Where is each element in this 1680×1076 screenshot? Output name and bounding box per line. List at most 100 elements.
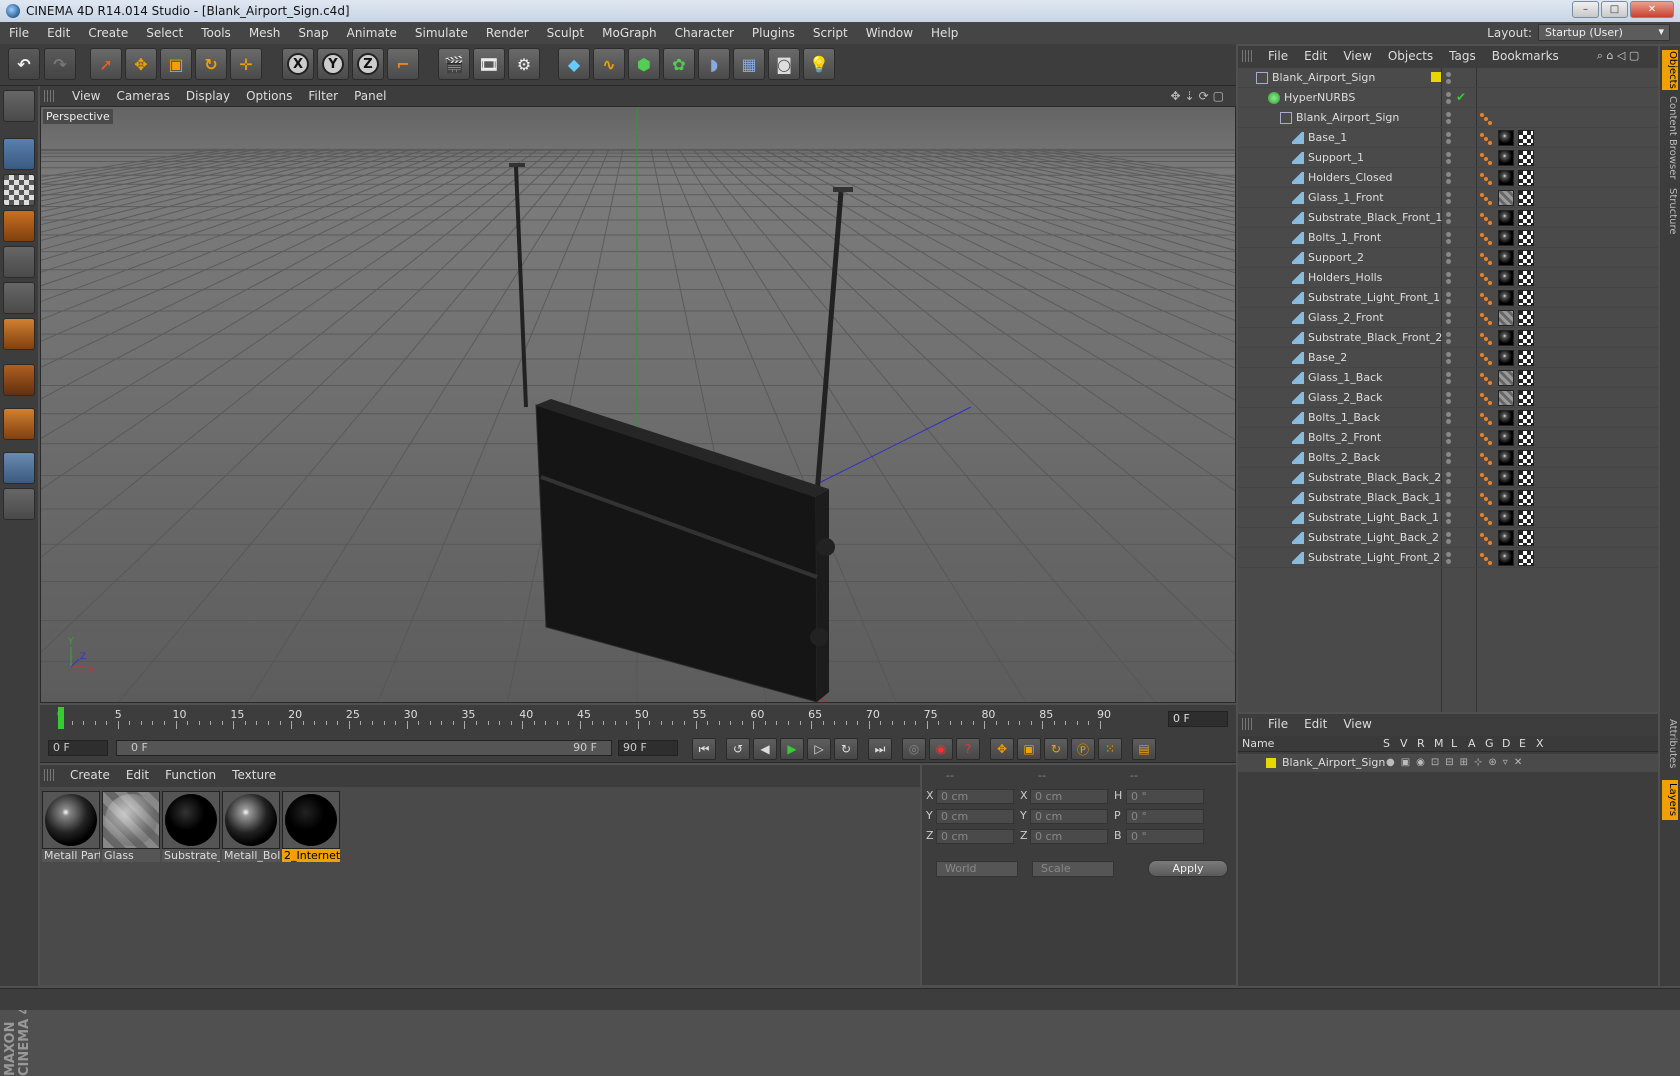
position-x-field[interactable]: 0 cm (936, 789, 1014, 804)
uvw-tag-icon[interactable] (1518, 450, 1534, 466)
object-name[interactable]: Base_1 (1308, 131, 1347, 144)
menu-select[interactable]: Select (137, 26, 192, 40)
layer-col-solo[interactable]: S (1383, 737, 1390, 750)
cloner-icon[interactable]: ✿ (663, 48, 695, 80)
visibility-dots-icon[interactable] (1445, 412, 1453, 424)
object-row[interactable]: Substrate_Light_Front_2 (1238, 548, 1658, 568)
object-name[interactable]: Substrate_Light_Back_1 (1308, 511, 1439, 524)
uvw-tag-icon[interactable] (1518, 330, 1534, 346)
enabled-check-icon[interactable]: ✔ (1456, 90, 1466, 104)
visibility-dots-icon[interactable] (1445, 352, 1453, 364)
layer-col-render[interactable]: R (1417, 737, 1425, 750)
object-row[interactable]: Substrate_Black_Front_2 (1238, 328, 1658, 348)
phong-tag-icon[interactable] (1480, 173, 1492, 185)
tweak-mode-icon[interactable] (3, 488, 35, 520)
object-name[interactable]: Glass_2_Front (1308, 311, 1384, 324)
material-swatch[interactable]: Metall_Bolt (222, 791, 282, 863)
tab-structure[interactable]: Structure (1662, 186, 1678, 236)
apply-button[interactable]: Apply (1148, 860, 1228, 877)
move-tool-icon[interactable]: ✥ (125, 48, 157, 80)
tab-attributes[interactable]: Attributes (1662, 716, 1678, 772)
layer-col-name[interactable]: Name (1242, 737, 1274, 750)
visibility-dots-icon[interactable] (1445, 212, 1453, 224)
object-menu-view[interactable]: View (1335, 49, 1379, 63)
uvw-tag-icon[interactable] (1518, 290, 1534, 306)
material-tag-icon[interactable] (1498, 330, 1514, 346)
uvw-tag-icon[interactable] (1518, 310, 1534, 326)
preview-range-slider[interactable]: 0 F 90 F (116, 740, 612, 756)
visibility-dots-icon[interactable] (1445, 92, 1453, 104)
material-tag-icon[interactable] (1498, 510, 1514, 526)
material-tag-icon[interactable] (1498, 390, 1514, 406)
record-keys-icon[interactable]: ◎ (902, 738, 926, 760)
material-tag-icon[interactable] (1498, 190, 1514, 206)
visibility-dots-icon[interactable] (1445, 232, 1453, 244)
phong-tag-icon[interactable] (1480, 193, 1492, 205)
position-z-field[interactable]: 0 cm (936, 829, 1014, 844)
tab-objects[interactable]: Objects (1662, 50, 1678, 90)
layer-menu-file[interactable]: File (1260, 717, 1296, 731)
visibility-dots-icon[interactable] (1445, 432, 1453, 444)
visibility-dots-icon[interactable] (1445, 132, 1453, 144)
object-name[interactable]: Holders_Holls (1308, 271, 1382, 284)
rotation-p-field[interactable]: 0 ° (1126, 809, 1204, 824)
uvw-tag-icon[interactable] (1518, 190, 1534, 206)
coordinate-system-icon[interactable]: ⌐ (387, 48, 419, 80)
viewport-menu-filter[interactable]: Filter (300, 89, 346, 103)
phong-tag-icon[interactable] (1480, 473, 1492, 485)
object-menu-bookmarks[interactable]: Bookmarks (1484, 49, 1567, 63)
object-row[interactable]: Blank_Airport_Sign (1238, 68, 1658, 88)
viewport-menu-panel[interactable]: Panel (346, 89, 394, 103)
layer-col-xref[interactable]: X (1536, 737, 1544, 750)
menu-character[interactable]: Character (666, 26, 743, 40)
object-name[interactable]: Blank_Airport_Sign (1296, 111, 1399, 124)
key-parameter-icon[interactable]: Ⓟ (1071, 738, 1095, 760)
menu-edit[interactable]: Edit (38, 26, 79, 40)
material-menu-create[interactable]: Create (62, 768, 118, 782)
uvw-tag-icon[interactable] (1518, 550, 1534, 566)
recent-tool-icon[interactable]: ✛ (230, 48, 262, 80)
object-name[interactable]: Glass_2_Back (1308, 391, 1383, 404)
object-row[interactable]: Base_2 (1238, 348, 1658, 368)
visibility-dots-icon[interactable] (1445, 172, 1453, 184)
object-name[interactable]: Support_2 (1308, 251, 1364, 264)
material-tag-icon[interactable] (1498, 230, 1514, 246)
visibility-dots-icon[interactable] (1445, 532, 1453, 544)
light-icon[interactable]: 💡 (803, 48, 835, 80)
go-to-end-icon[interactable]: ⏭ (868, 738, 892, 760)
uvw-tag-icon[interactable] (1518, 350, 1534, 366)
rotation-b-field[interactable]: 0 ° (1126, 829, 1204, 844)
visibility-dots-icon[interactable] (1445, 112, 1453, 124)
object-row[interactable]: Substrate_Light_Front_1 (1238, 288, 1658, 308)
object-row[interactable]: Glass_2_Front (1238, 308, 1658, 328)
previous-key-icon[interactable]: ↺ (726, 738, 750, 760)
uvw-tag-icon[interactable] (1518, 410, 1534, 426)
tab-layers[interactable]: Layers (1662, 780, 1678, 820)
workplane-lock-icon[interactable] (3, 452, 35, 484)
uvw-tag-icon[interactable] (1518, 470, 1534, 486)
uvw-tag-icon[interactable] (1518, 390, 1534, 406)
object-row[interactable]: Bolts_2_Front (1238, 428, 1658, 448)
axis-mode-icon[interactable] (3, 364, 35, 396)
timeline-ruler[interactable]: 051015202530354045505560657075808590 0 F (40, 705, 1236, 733)
model-mode-icon[interactable] (3, 138, 35, 170)
object-row[interactable]: Substrate_Black_Back_2 (1238, 468, 1658, 488)
material-tag-icon[interactable] (1498, 250, 1514, 266)
texture-mode-icon[interactable] (3, 174, 35, 206)
material-swatch[interactable]: Glass (102, 791, 162, 863)
menu-mesh[interactable]: Mesh (240, 26, 290, 40)
object-row[interactable]: Substrate_Light_Back_2 (1238, 528, 1658, 548)
search-icon[interactable]: ⌕ ⌂ ◁ ▢ (1597, 49, 1640, 63)
camera-icon[interactable]: ◙ (768, 48, 800, 80)
menu-file[interactable]: File (0, 26, 38, 40)
material-swatch-selected[interactable]: 2_Internet (282, 791, 342, 863)
object-row[interactable]: Holders_Closed (1238, 168, 1658, 188)
phong-tag-icon[interactable] (1480, 553, 1492, 565)
coordinate-space-dropdown[interactable]: World (936, 861, 1018, 877)
phong-tag-icon[interactable] (1480, 373, 1492, 385)
next-key-icon[interactable]: ↻ (834, 738, 858, 760)
object-row[interactable]: Base_1 (1238, 128, 1658, 148)
menu-sculpt[interactable]: Sculpt (538, 26, 593, 40)
viewport-menu-view[interactable]: View (64, 89, 108, 103)
key-point-level-icon[interactable]: ⁙ (1098, 738, 1122, 760)
